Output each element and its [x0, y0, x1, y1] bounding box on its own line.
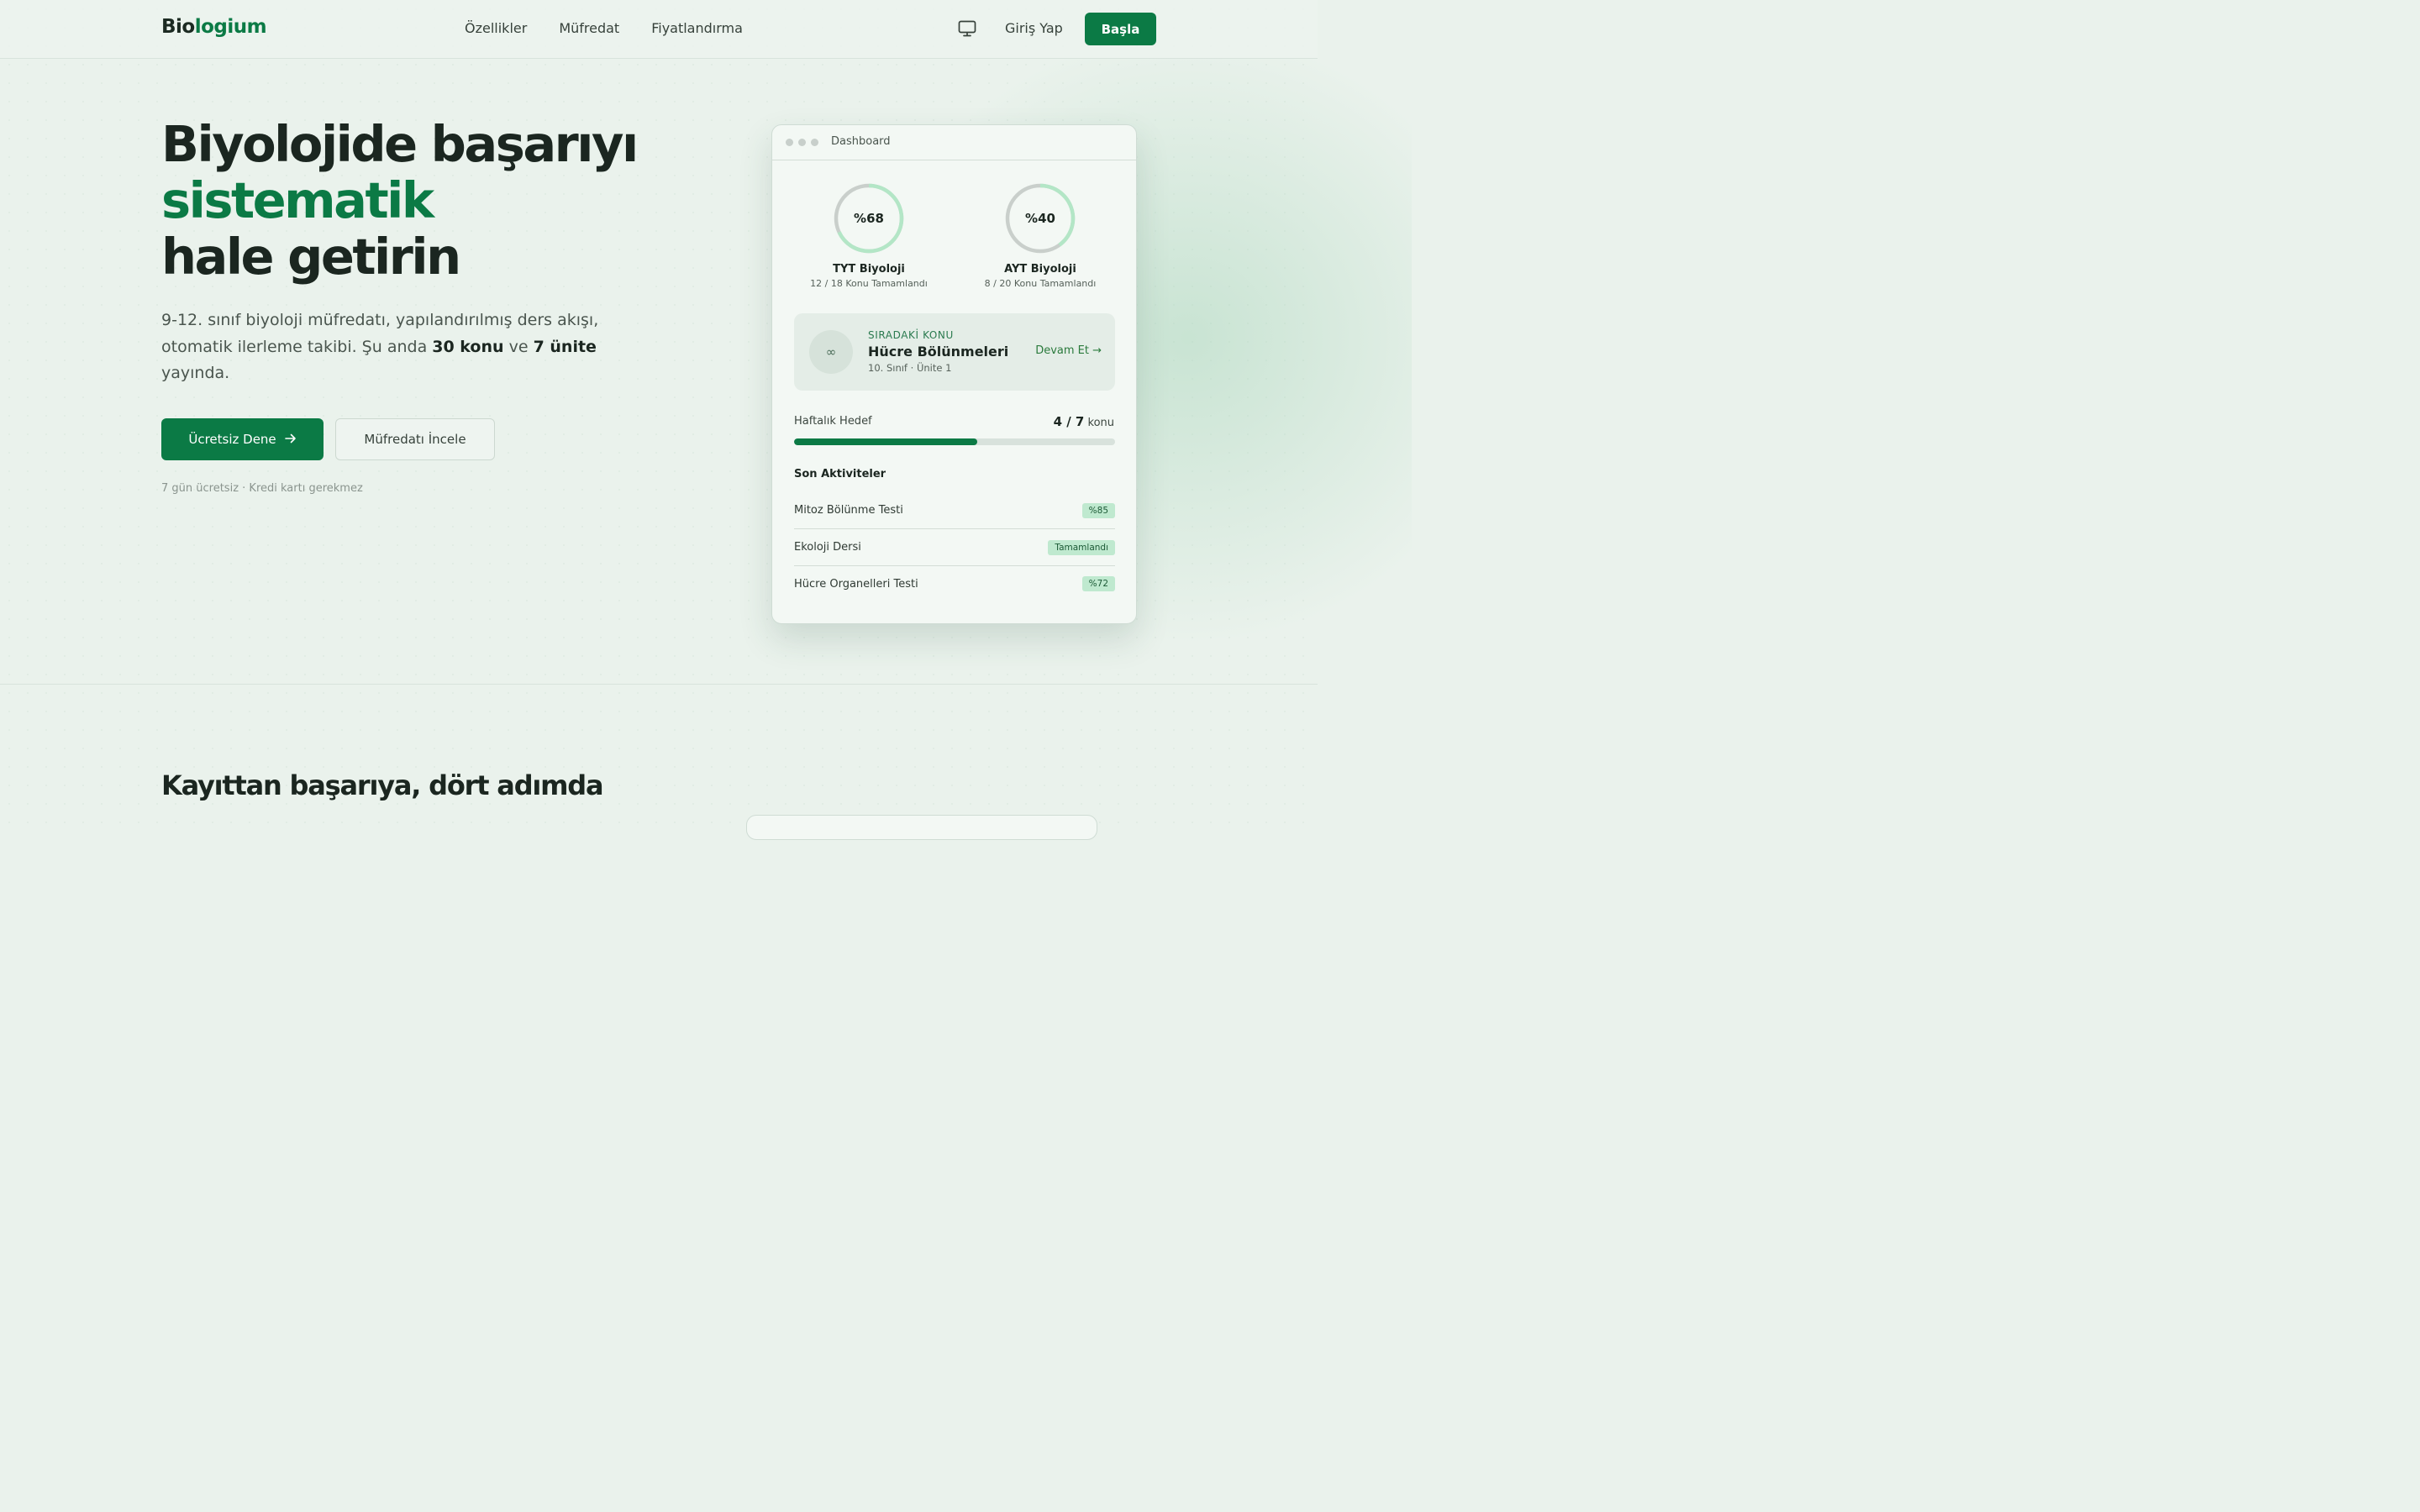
window-dot-icon — [786, 139, 793, 146]
free-trial-button[interactable]: Ücretsiz Dene — [161, 418, 324, 460]
hero-title-line2: sistematik — [161, 171, 434, 229]
weekly-goal-bar-fill — [794, 438, 978, 445]
progress-label: TYT Biyoloji — [833, 263, 905, 276]
monitor-icon[interactable] — [958, 20, 976, 37]
login-link[interactable]: Giriş Yap — [1005, 20, 1063, 36]
tyt-progress-card: %68 TYT Biyoloji 12 / 18 Konu Tamamlandı — [793, 182, 944, 289]
top-navbar: Biologium Özellikler Müfredat Fiyatlandı… — [0, 0, 1318, 59]
activity-name: Ekoloji Dersi — [794, 541, 861, 554]
weekly-goal-bar — [794, 438, 1115, 445]
dashboard-preview: Dashboard %68 TYT Biyoloji 12 / 18 Konu … — [771, 124, 1137, 624]
unit-count: 7 ünite — [533, 337, 597, 356]
activity-row[interactable]: Ekoloji Dersi Tamamlandı — [794, 529, 1115, 566]
nav-item-curriculum[interactable]: Müfredat — [559, 20, 619, 36]
activity-name: Mitoz Bölünme Testi — [794, 504, 903, 517]
steps-preview-card — [746, 815, 1097, 840]
progress-value: %40 — [1025, 211, 1055, 226]
next-topic-card[interactable]: ∞ SIRADAKİ KONU Hücre Bölünmeleri 10. Sı… — [794, 313, 1115, 391]
progress-ring: %68 — [833, 182, 905, 255]
hero-title: Biyolojide başarıyı sistematik hale geti… — [161, 115, 639, 286]
status-badge: Tamamlandı — [1048, 539, 1115, 555]
weekly-goal-count: 4 / 7 — [1053, 414, 1085, 429]
progress-label: AYT Biyoloji — [1004, 263, 1076, 276]
activity-name: Hücre Organelleri Testi — [794, 577, 918, 591]
hero-subtitle-conj: ve — [503, 337, 534, 356]
nav-item-pricing[interactable]: Fiyatlandırma — [651, 20, 743, 36]
window-titlebar: Dashboard — [772, 125, 1136, 160]
view-curriculum-button[interactable]: Müfredatı İncele — [335, 418, 495, 460]
section-divider — [0, 684, 1318, 685]
progress-sub: 12 / 18 Konu Tamamlandı — [810, 278, 928, 289]
trial-note: 7 gün ücretsiz · Kredi kartı gerekmez — [161, 482, 363, 495]
progress-value: %68 — [854, 211, 884, 226]
brand-name-part1: Bio — [161, 16, 195, 38]
recent-activities-title: Son Aktiviteler — [794, 468, 886, 480]
window-dot-icon — [811, 139, 818, 146]
free-trial-label: Ücretsiz Dene — [188, 432, 276, 447]
activity-row[interactable]: Hücre Organelleri Testi %72 — [794, 565, 1115, 602]
window-dot-icon — [798, 139, 806, 146]
activity-row[interactable]: Mitoz Bölünme Testi %85 — [794, 492, 1115, 529]
hero-subtitle-end: yayında. — [161, 364, 230, 382]
score-badge: %85 — [1081, 502, 1115, 518]
weekly-goal-unit: konu — [1087, 417, 1115, 429]
window-title: Dashboard — [831, 135, 891, 148]
progress-sub: 8 / 20 Konu Tamamlandı — [984, 278, 1097, 289]
hero-subtitle: 9-12. sınıf biyoloji müfredatı, yapıland… — [161, 307, 640, 387]
main-nav: Özellikler Müfredat Fiyatlandırma — [465, 20, 775, 36]
ayt-progress-card: %40 AYT Biyoloji 8 / 20 Konu Tamamlandı — [965, 182, 1116, 289]
weekly-goal-label: Haftalık Hedef — [794, 415, 872, 428]
continue-link[interactable]: Devam Et → — [1035, 344, 1102, 357]
brand-logo[interactable]: Biologium — [161, 16, 267, 38]
score-badge: %72 — [1081, 576, 1115, 591]
hero-title-line3: hale getirin — [161, 228, 461, 286]
next-topic-title: Hücre Bölünmeleri — [868, 344, 1009, 360]
weekly-goal-value: 4 / 7 konu — [1054, 414, 1114, 429]
next-topic-meta: 10. Sınıf · Ünite 1 — [868, 362, 952, 374]
next-topic-kicker: SIRADAKİ KONU — [868, 329, 954, 341]
topic-count: 30 konu — [432, 337, 504, 356]
nav-item-features[interactable]: Özellikler — [465, 20, 527, 36]
start-button[interactable]: Başla — [1085, 13, 1156, 45]
brand-name-part2: logium — [194, 16, 267, 38]
hero-title-line1: Biyolojide başarıyı — [161, 115, 639, 173]
arrow-right-icon — [284, 432, 297, 447]
steps-section-title: Kayıttan başarıya, dört adımda — [161, 769, 604, 801]
infinity-icon: ∞ — [809, 330, 853, 374]
progress-ring: %40 — [1004, 182, 1076, 255]
